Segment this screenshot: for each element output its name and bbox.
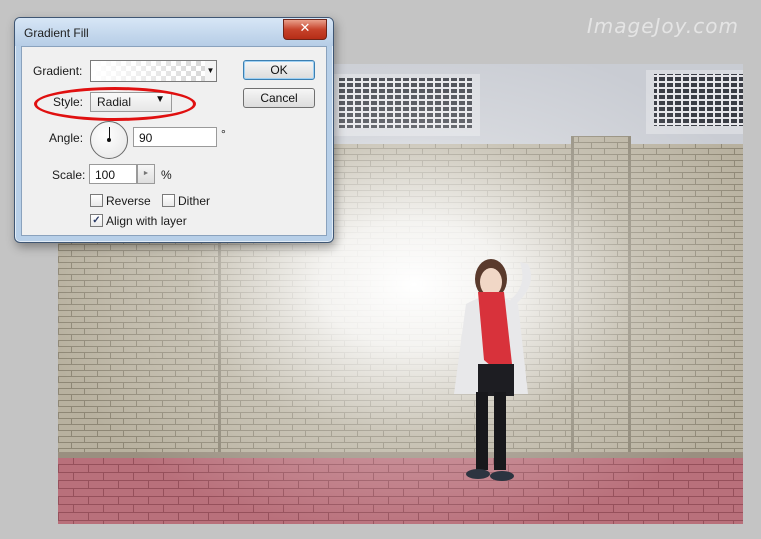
angle-label: Angle:: [49, 131, 84, 145]
ok-button[interactable]: OK: [243, 60, 315, 80]
scale-unit: %: [161, 168, 172, 182]
angle-center-dot: [107, 138, 111, 142]
gradient-label: Gradient:: [33, 64, 83, 78]
triangle-right-icon: ►: [142, 170, 150, 177]
close-button[interactable]: ✕: [283, 19, 327, 40]
gradient-fill-dialog: Gradient Fill ✕ Gradient: ▼ Style: Radia…: [14, 17, 334, 243]
angle-dial[interactable]: [90, 121, 128, 159]
watermark: ImageJoy.com: [586, 14, 739, 38]
angle-unit: °: [221, 127, 226, 141]
chevron-down-icon: ▼: [155, 94, 165, 105]
reverse-label: Reverse: [106, 194, 151, 208]
style-selected-value: Radial: [97, 95, 132, 109]
scale-slider-button[interactable]: ►: [137, 164, 155, 184]
dither-checkbox[interactable]: [162, 194, 175, 207]
gradient-dropdown-arrow[interactable]: ▼: [205, 60, 217, 82]
cancel-button[interactable]: Cancel: [243, 88, 315, 108]
scale-input[interactable]: 100: [89, 164, 137, 184]
dialog-title: Gradient Fill: [24, 26, 89, 40]
scale-label: Scale:: [52, 168, 86, 182]
dialog-content: Gradient: ▼ Style: Radial ▼ Angle: 90 ° …: [21, 46, 327, 236]
align-with-layer-label: Align with layer: [106, 214, 187, 228]
align-with-layer-checkbox[interactable]: ✓: [90, 214, 103, 227]
gradient-preview-field[interactable]: [90, 60, 206, 82]
close-icon: ✕: [299, 21, 311, 36]
triangle-down-icon: ▼: [206, 66, 215, 75]
reverse-checkbox[interactable]: [90, 194, 103, 207]
dialog-titlebar[interactable]: Gradient Fill ✕: [15, 18, 333, 46]
angle-input[interactable]: 90: [133, 127, 217, 147]
style-select[interactable]: Radial ▼: [90, 92, 172, 112]
checkmark-icon: ✓: [92, 215, 101, 226]
style-label: Style:: [53, 95, 84, 109]
dither-label: Dither: [178, 194, 211, 208]
